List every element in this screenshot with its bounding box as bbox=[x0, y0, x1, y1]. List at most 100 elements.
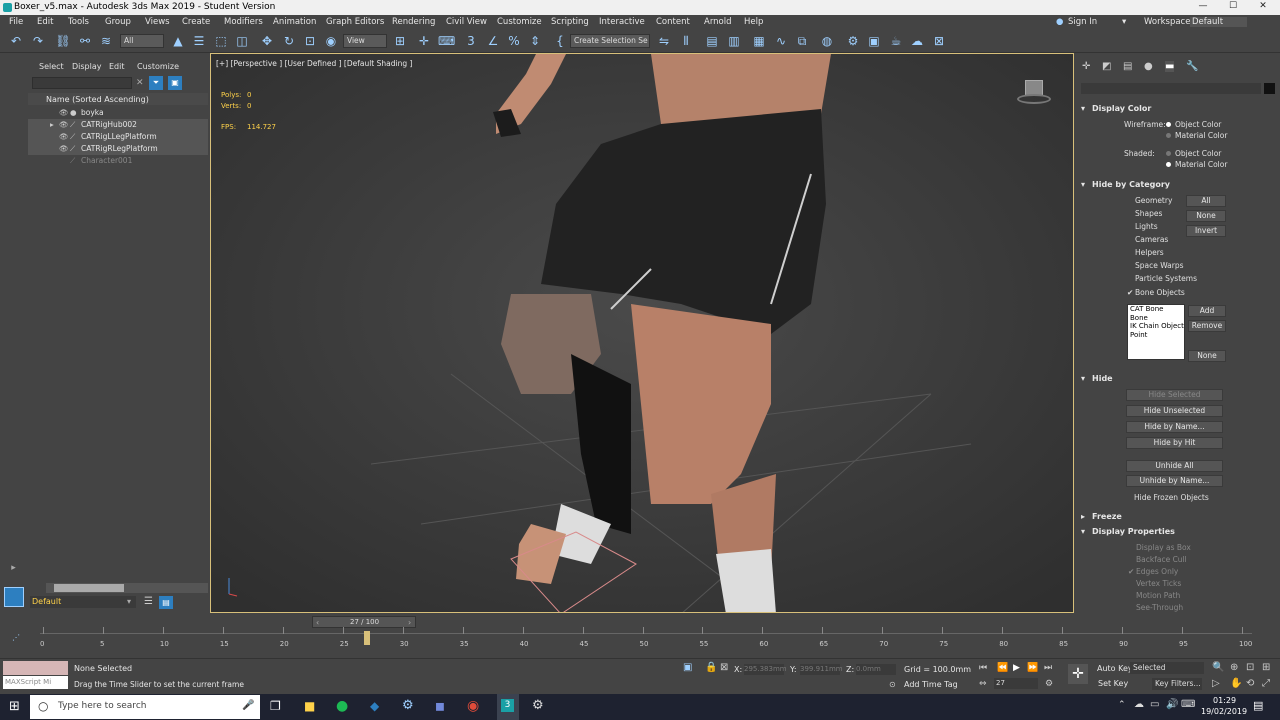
visibility-eye-icon[interactable]: 👁 bbox=[59, 119, 69, 131]
tray-language-icon[interactable]: ⌨ bbox=[1181, 699, 1195, 710]
menu-create[interactable]: Create bbox=[182, 17, 210, 27]
tab-display[interactable]: Display bbox=[72, 62, 102, 71]
visibility-eye-icon[interactable]: 👁 bbox=[59, 143, 69, 155]
redo-icon[interactable]: ↷ bbox=[30, 34, 46, 49]
rollout-toggle-icon[interactable]: ▸ bbox=[1081, 512, 1085, 521]
category-none-button[interactable]: None bbox=[1186, 210, 1226, 222]
visibility-eye-icon[interactable]: 👁 bbox=[59, 131, 69, 143]
x-coord-field[interactable]: 295.383mm bbox=[744, 664, 787, 675]
named-selection-set-input[interactable]: Create Selection Se bbox=[570, 34, 650, 48]
set-key-big-icon[interactable]: ✛ bbox=[1068, 664, 1088, 684]
current-frame-field[interactable]: 27 bbox=[994, 678, 1038, 689]
maximize-viewport-icon[interactable]: ⤢ bbox=[1262, 678, 1270, 689]
modify-tab-icon[interactable]: ◩ bbox=[1102, 61, 1111, 72]
scene-explorer-mode-icon[interactable]: ▤ bbox=[159, 596, 173, 609]
menu-interactive[interactable]: Interactive bbox=[599, 17, 645, 27]
add-time-tag-button[interactable]: Add Time Tag bbox=[904, 680, 958, 689]
next-key-icon[interactable]: ⏩ bbox=[1027, 663, 1038, 673]
window-crossing-icon[interactable]: ◫ bbox=[234, 34, 250, 49]
steam-icon[interactable]: ⚙ bbox=[402, 698, 414, 713]
pan-icon[interactable]: ✋ bbox=[1230, 678, 1242, 689]
workspaces-select[interactable]: Default bbox=[1190, 17, 1248, 27]
render-production-icon[interactable]: ☕ bbox=[888, 34, 904, 49]
unlink-icon[interactable]: ⚯ bbox=[77, 34, 93, 49]
menu-rendering[interactable]: Rendering bbox=[392, 17, 435, 27]
unhide-all-button[interactable]: Unhide All bbox=[1126, 460, 1223, 472]
file-explorer-icon[interactable]: ■ bbox=[304, 699, 315, 713]
tray-clock-date[interactable]: 19/02/2019 bbox=[1201, 707, 1247, 716]
time-tag-icon[interactable]: ⊙ bbox=[889, 680, 896, 689]
category-invert-button[interactable]: Invert bbox=[1186, 225, 1226, 237]
key-filters-button[interactable]: Key Filters... bbox=[1152, 678, 1202, 690]
tab-edit[interactable]: Edit bbox=[109, 62, 125, 71]
key-set-select[interactable]: Selected bbox=[1130, 662, 1204, 674]
windows-start-icon[interactable]: ⊞ bbox=[9, 699, 20, 714]
hierarchy-tab-icon[interactable]: ▤ bbox=[1123, 61, 1132, 72]
tray-clock-time[interactable]: 01:29 bbox=[1213, 696, 1236, 705]
action-center-icon[interactable]: ▤ bbox=[1253, 699, 1263, 712]
scene-explorer-toggle-icon[interactable]: ▤ bbox=[704, 34, 720, 49]
maximize-button[interactable]: ☐ bbox=[1218, 1, 1248, 14]
key-mode-toggle-icon[interactable]: ⇔ bbox=[979, 679, 987, 689]
shaded-material-color-radio[interactable] bbox=[1166, 162, 1171, 167]
keyboard-shortcut-icon[interactable]: ⌨ bbox=[438, 34, 455, 49]
rollout-hide[interactable]: Hide bbox=[1092, 374, 1113, 383]
select-by-name-icon[interactable]: ☰ bbox=[191, 34, 207, 49]
list-item[interactable]: IK Chain Object bbox=[1128, 322, 1184, 331]
bind-space-warp-icon[interactable]: ≋ bbox=[98, 34, 114, 49]
layer-explorer-icon[interactable]: ▥ bbox=[726, 34, 742, 49]
reference-coordinate-select[interactable]: View bbox=[343, 34, 387, 48]
menu-arnold[interactable]: Arnold bbox=[704, 17, 732, 27]
rollout-toggle-icon[interactable]: ▾ bbox=[1081, 104, 1085, 113]
prev-key-icon[interactable]: ⏪ bbox=[997, 663, 1008, 673]
spinner-snap-icon[interactable]: ⇕ bbox=[527, 34, 543, 49]
vertex-ticks-checkbox[interactable]: Vertex Ticks bbox=[1136, 579, 1181, 588]
photoshop-icon[interactable]: ◆ bbox=[370, 699, 379, 713]
category-lights[interactable]: Lights bbox=[1135, 222, 1158, 231]
select-object-icon[interactable]: ▲ bbox=[170, 34, 186, 49]
viewport-label[interactable]: [+] [Perspective ] [User Defined ] [Defa… bbox=[216, 59, 412, 68]
category-helpers[interactable]: Helpers bbox=[1135, 248, 1164, 257]
curve-editor-mini-icon[interactable]: ⋰ bbox=[12, 633, 20, 642]
maxscript-mini-listener[interactable]: MAXScript Mi bbox=[3, 676, 68, 689]
rollout-toggle-icon[interactable]: ▾ bbox=[1081, 180, 1085, 189]
list-item[interactable]: Point bbox=[1128, 331, 1184, 340]
3dsmax-taskbar-button[interactable]: 3 bbox=[497, 694, 519, 720]
tray-cloud-icon[interactable]: ☁ bbox=[1134, 699, 1144, 710]
hide-by-name-button[interactable]: Hide by Name... bbox=[1126, 421, 1223, 433]
list-item[interactable]: CAT Bone bbox=[1128, 305, 1184, 314]
isolate-selection-icon[interactable]: ▣ bbox=[683, 662, 692, 673]
menu-graph-editors[interactable]: Graph Editors bbox=[326, 17, 384, 27]
rollout-display-color[interactable]: Display Color bbox=[1092, 104, 1151, 113]
backface-cull-checkbox[interactable]: Backface Cull bbox=[1136, 555, 1187, 564]
spotify-icon[interactable]: ● bbox=[336, 698, 348, 714]
viewport-perspective[interactable]: [+] [Perspective ] [User Defined ] [Defa… bbox=[210, 53, 1074, 613]
menu-group[interactable]: Group bbox=[105, 17, 131, 27]
hide-unselected-button[interactable]: Hide Unselected bbox=[1126, 405, 1223, 417]
rendered-frame-window-icon[interactable]: ▣ bbox=[866, 34, 882, 49]
task-view-icon[interactable]: ❐ bbox=[270, 699, 281, 713]
display-as-box-checkbox[interactable]: Display as Box bbox=[1136, 543, 1191, 552]
menu-views[interactable]: Views bbox=[145, 17, 170, 27]
link-icon[interactable]: ⛓ bbox=[55, 34, 71, 49]
discord-icon[interactable]: ◼ bbox=[435, 699, 445, 713]
menu-file[interactable]: File bbox=[9, 17, 23, 27]
checkbox-check-icon[interactable]: ✔ bbox=[1127, 288, 1133, 297]
menu-customize[interactable]: Customize bbox=[497, 17, 542, 27]
selection-lock-icon[interactable]: 🔒 bbox=[705, 662, 717, 673]
sign-in-button[interactable]: Sign In bbox=[1068, 17, 1097, 27]
motion-tab-icon[interactable]: ● bbox=[1144, 61, 1153, 72]
time-slider[interactable]: ‹ 27 / 100 › bbox=[312, 616, 416, 628]
checkbox-check-icon[interactable]: ✔ bbox=[1128, 567, 1134, 576]
category-listbox[interactable]: CAT Bone Bone IK Chain Object Point bbox=[1127, 304, 1185, 360]
category-list-none-button[interactable]: None bbox=[1188, 350, 1226, 362]
selection-filter-select[interactable]: All bbox=[120, 34, 164, 48]
scrollbar-thumb[interactable] bbox=[54, 584, 124, 592]
category-cameras[interactable]: Cameras bbox=[1135, 235, 1168, 244]
orbit-icon[interactable]: ⟲ bbox=[1246, 678, 1254, 689]
shaded-object-color-radio[interactable] bbox=[1166, 151, 1171, 156]
see-through-checkbox[interactable]: See-Through bbox=[1136, 603, 1183, 612]
ribbon-toggle-icon[interactable]: ▦ bbox=[751, 34, 767, 49]
category-geometry[interactable]: Geometry bbox=[1135, 196, 1172, 205]
zoom-extents-icon[interactable]: ⊡ bbox=[1246, 662, 1254, 673]
